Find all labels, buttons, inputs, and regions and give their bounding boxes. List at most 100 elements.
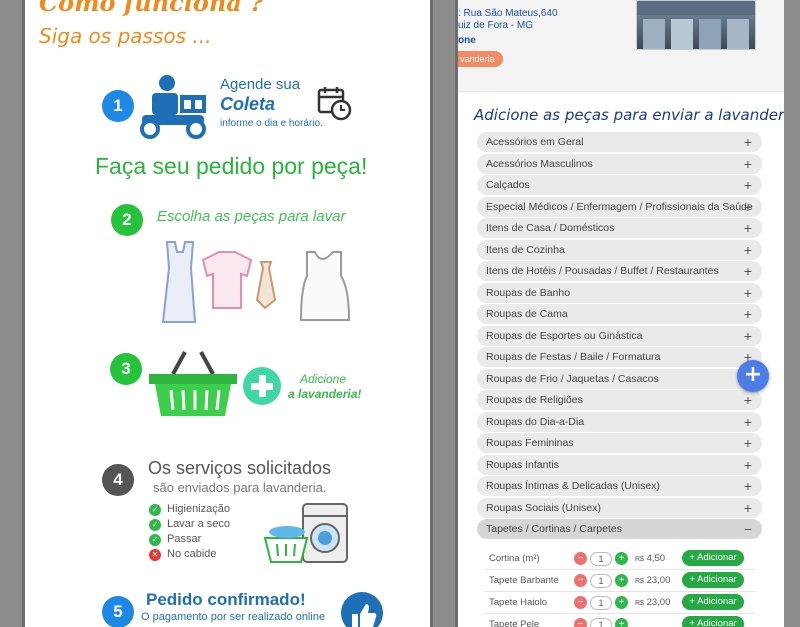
- expand-icon[interactable]: +: [744, 283, 752, 303]
- category-accordion[interactable]: Itens de Casa / Domésticos +: [477, 218, 762, 238]
- add-circle-icon: [243, 367, 281, 405]
- laundry-order-panel: : Rua São Mateus,640 uiz de Fora - MG on…: [455, 0, 784, 627]
- expand-icon[interactable]: +: [744, 240, 752, 260]
- expand-icon[interactable]: +: [744, 455, 752, 475]
- step-5-number: 5: [102, 596, 134, 627]
- category-accordion[interactable]: Especial Médicos / Enfermagem / Profissi…: [477, 197, 762, 217]
- add-item-button[interactable]: + Adicionar: [682, 594, 744, 610]
- category-accordion[interactable]: Acessórios Masculinos +: [477, 154, 762, 174]
- category-accordion[interactable]: Roupas de Banho +: [477, 283, 762, 303]
- store-photo: [636, 0, 756, 50]
- expand-icon[interactable]: +: [744, 498, 752, 518]
- category-accordion[interactable]: Itens de Hotéis / Pousadas / Buffet / Re…: [477, 261, 762, 281]
- check-icon: ✓: [149, 519, 161, 531]
- quantity-field[interactable]: 1: [590, 574, 612, 588]
- collapse-icon[interactable]: −: [744, 519, 752, 539]
- category-accordion[interactable]: Itens de Cozinha +: [477, 240, 762, 260]
- quantity-field[interactable]: 1: [590, 596, 612, 610]
- category-accordion[interactable]: Acessórios em Geral +: [477, 132, 762, 152]
- category-accordion[interactable]: Roupas de Frio / Jaquetas / Casacos+: [477, 369, 762, 389]
- washing-machine-icon: [263, 503, 348, 563]
- step-2-text: Escolha as peças para lavar: [157, 208, 346, 225]
- increase-button[interactable]: +: [615, 618, 628, 627]
- expand-icon[interactable]: +: [744, 218, 752, 238]
- laundry-badge[interactable]: vanderia: [458, 51, 503, 67]
- floating-add-button[interactable]: +: [737, 360, 769, 392]
- checklist-item: ✓ Lavar a seco: [149, 518, 230, 533]
- thumbs-up-icon: [341, 592, 383, 627]
- increase-button[interactable]: +: [615, 596, 628, 609]
- table-row: Tapete Pele − 1 + + Adicionar: [485, 614, 755, 627]
- address-line1: : Rua São Mateus,640: [458, 8, 558, 19]
- basket-icon: [149, 351, 237, 416]
- category-accordion[interactable]: Roupas de Cama +: [477, 304, 762, 324]
- store-info-header: : Rua São Mateus,640 uiz de Fora - MG on…: [458, 0, 784, 92]
- category-accordion[interactable]: Roupas de Esportes ou Ginástica +: [477, 326, 762, 346]
- item-name: Tapete Pele: [489, 619, 540, 627]
- expand-icon[interactable]: +: [744, 326, 752, 346]
- check-icon: ✓: [149, 504, 161, 516]
- item-name: Tapete Haiolo: [489, 597, 548, 608]
- phone-link[interactable]: one: [458, 35, 476, 46]
- decrease-button[interactable]: −: [574, 552, 587, 565]
- expand-icon[interactable]: +: [744, 261, 752, 281]
- item-name: Cortina (m²): [489, 553, 540, 564]
- expand-icon[interactable]: +: [744, 412, 752, 432]
- step-1-line2: Coleta: [220, 94, 276, 114]
- checklist-item: ✓ Passar: [149, 533, 230, 548]
- increase-button[interactable]: +: [615, 552, 628, 565]
- step-3-line2: a lavanderia!: [288, 387, 362, 401]
- check-icon: ✓: [149, 534, 161, 546]
- expand-icon[interactable]: +: [744, 433, 752, 453]
- expand-icon[interactable]: +: [744, 175, 752, 195]
- clothes-illustration: [161, 241, 351, 323]
- step-3-line1: Adicione: [300, 372, 347, 386]
- expand-icon[interactable]: +: [744, 154, 752, 174]
- add-item-button[interactable]: + Adicionar: [682, 616, 744, 627]
- decrease-button[interactable]: −: [574, 574, 587, 587]
- order-by-piece-title: Faça seu pedido por peça!: [95, 153, 368, 179]
- step-1-line1: Agende sua: [220, 76, 301, 93]
- decrease-button[interactable]: −: [574, 618, 587, 627]
- step-4-subtitle: são enviados para lavanderia.: [153, 480, 327, 495]
- category-accordion[interactable]: Roupas de Religiões +: [477, 390, 762, 410]
- expand-icon[interactable]: +: [744, 476, 752, 496]
- add-item-button[interactable]: + Adicionar: [682, 550, 744, 566]
- delivery-scooter-icon: [140, 75, 206, 139]
- category-accordion[interactable]: Roupas Sociais (Unisex) +: [477, 498, 762, 518]
- expand-icon[interactable]: +: [744, 197, 752, 217]
- expand-icon[interactable]: +: [744, 304, 752, 324]
- step-3-number: 3: [110, 353, 142, 385]
- category-accordion[interactable]: Roupas Infantis +: [477, 455, 762, 475]
- follow-steps-subheading: Siga os passos ...: [39, 24, 212, 48]
- category-accordion[interactable]: Roupas do Dia-a-Dia +: [477, 412, 762, 432]
- expand-icon[interactable]: +: [744, 132, 752, 152]
- step-5-title: Pedido confirmado!: [146, 590, 306, 609]
- checklist-item: ✓ Higienização: [149, 503, 230, 518]
- category-accordion-open[interactable]: Tapetes / Cortinas / Carpetes −: [477, 519, 762, 539]
- expand-icon[interactable]: +: [744, 390, 752, 410]
- service-checklist: ✓ Higienização ✓ Lavar a seco ✓ Passar ✕ No …: [149, 503, 230, 563]
- increase-button[interactable]: +: [615, 574, 628, 587]
- step-4-number: 4: [102, 464, 134, 496]
- items-table: Cortina (m²) − 1 + R$ 4,50 + Adicionar T…: [485, 548, 755, 627]
- add-pieces-title: Adicione as peças para enviar a lavander…: [474, 106, 784, 124]
- category-accordion[interactable]: Calçados +: [477, 175, 762, 195]
- quantity-field[interactable]: 1: [590, 552, 612, 566]
- item-name: Tapete Barbante: [489, 575, 559, 586]
- address-line2: uiz de Fora - MG: [458, 20, 534, 31]
- table-row: Tapete Haiolo − 1 + R$ 23,00 + Adicionar: [485, 592, 755, 614]
- category-accordion[interactable]: Roupas Femininas +: [477, 433, 762, 453]
- step-4-title: Os serviços solicitados: [148, 458, 332, 478]
- calendar-clock-icon: [317, 87, 352, 121]
- decrease-button[interactable]: −: [574, 596, 587, 609]
- quantity-field[interactable]: 1: [590, 618, 612, 627]
- category-accordion[interactable]: Roupas Íntimas & Delicadas (Unisex) +: [477, 476, 762, 496]
- add-item-button[interactable]: + Adicionar: [682, 572, 744, 588]
- category-accordion[interactable]: Roupas de Festas / Baile / Formatura +: [477, 347, 762, 367]
- step-5-subtitle: O pagamento por ser realizado online: [141, 611, 326, 623]
- item-price: R$ 23,00: [635, 575, 671, 586]
- how-it-works-heading: Como funciona ?: [39, 0, 265, 17]
- cross-icon: ✕: [149, 549, 161, 561]
- item-price: R$ 23,00: [635, 597, 671, 608]
